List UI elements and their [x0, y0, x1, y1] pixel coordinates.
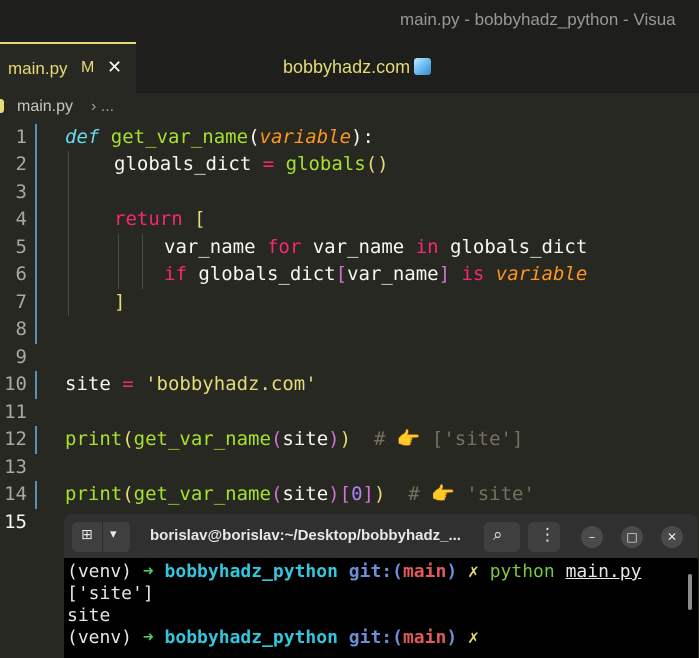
line-number: 13 — [4, 456, 27, 478]
line-number: 11 — [4, 401, 27, 423]
terminal-header: ⊞ ▾ borislav@borislav:~/Desktop/bobbyhad… — [64, 514, 698, 558]
brand-text: bobbyhadz.com — [283, 57, 411, 77]
indent-guide — [118, 234, 119, 289]
terminal-output[interactable]: (venv) ➜ bobbyhadz_python git:(main) ✗ p… — [64, 558, 698, 658]
code-line: print(get_var_name(site)[0]) # 👉 'site' — [65, 483, 535, 505]
code-line: globals_dict = globals() — [114, 153, 389, 175]
modified-indicator: M — [81, 59, 95, 76]
code-line: print(get_var_name(site)) # 👉 ['site'] — [65, 428, 524, 450]
menu-button[interactable]: ⋮ — [528, 522, 560, 552]
terminal-window[interactable]: ⊞ ▾ borislav@borislav:~/Desktop/bobbyhad… — [64, 514, 698, 658]
title-bar: main.py - bobbyhadz_python - Visua — [0, 0, 699, 42]
breadcrumb: main.py › ... — [0, 94, 699, 120]
line-number: 4 — [15, 208, 27, 230]
line-number: 8 — [15, 318, 27, 340]
indent-guide — [68, 151, 69, 316]
window-title: main.py - bobbyhadz_python - Visua — [400, 10, 676, 29]
ice-cube-icon — [414, 58, 432, 75]
close-tab-icon[interactable]: ✕ — [107, 57, 122, 78]
code-line: if globals_dict[var_name] is variable — [164, 263, 588, 285]
git-modified-marker[interactable] — [35, 371, 37, 399]
code-line: return [ — [114, 208, 206, 230]
brand-watermark: bobbyhadz.com — [283, 57, 432, 78]
new-tab-button[interactable]: ⊞ ▾ — [72, 522, 130, 552]
button-divider — [102, 522, 103, 552]
line-number: 3 — [15, 181, 27, 203]
terminal-line: (venv) ➜ bobbyhadz_python git:(main) ✗ p… — [67, 561, 642, 582]
terminal-title: borislav@borislav:~/Desktop/bobbyhadz_..… — [150, 527, 461, 544]
line-number: 7 — [15, 291, 27, 313]
line-number: 2 — [15, 153, 27, 175]
tab-label: main.py — [8, 59, 68, 78]
line-number: 1 — [15, 126, 27, 148]
search-button[interactable]: ⌕ — [484, 522, 520, 552]
line-number: 5 — [15, 236, 27, 258]
close-icon[interactable]: ✕ — [661, 526, 683, 548]
code-line: ] — [114, 291, 126, 313]
line-number-current: 15 — [4, 511, 27, 533]
maximize-icon[interactable]: □ — [621, 526, 643, 548]
terminal-line: site — [67, 605, 111, 626]
line-number: 10 — [4, 373, 27, 395]
line-number: 14 — [4, 483, 27, 505]
new-tab-icon: ⊞ — [81, 527, 93, 543]
code-line: def get_var_name(variable): — [65, 126, 374, 148]
indent-guide — [142, 234, 143, 289]
minimize-icon[interactable]: – — [581, 526, 603, 548]
python-file-icon — [0, 99, 4, 113]
code-line: site = 'bobbyhadz.com' — [65, 373, 317, 395]
terminal-line: (venv) ➜ bobbyhadz_python git:(main) ✗ — [67, 627, 479, 648]
breadcrumb-symbol[interactable]: › ... — [91, 98, 114, 116]
line-number: 12 — [4, 428, 27, 450]
code-line: var_name for var_name in globals_dict — [164, 236, 588, 258]
terminal-line: ['site'] — [67, 583, 154, 604]
kebab-menu-icon: ⋮ — [539, 525, 556, 545]
line-number: 9 — [15, 346, 27, 368]
git-modified-marker[interactable] — [35, 124, 37, 344]
git-modified-marker[interactable] — [35, 426, 37, 454]
tab-main-py[interactable]: main.py M ✕ — [0, 42, 136, 93]
line-number: 6 — [15, 263, 27, 285]
breadcrumb-file[interactable]: main.py — [17, 98, 73, 116]
git-modified-marker[interactable] — [35, 481, 37, 509]
terminal-scrollbar[interactable] — [688, 574, 692, 610]
tab-bar: main.py M ✕ bobbyhadz.com — [0, 42, 699, 93]
search-icon: ⌕ — [493, 525, 503, 545]
chevron-down-icon[interactable]: ▾ — [110, 527, 117, 542]
